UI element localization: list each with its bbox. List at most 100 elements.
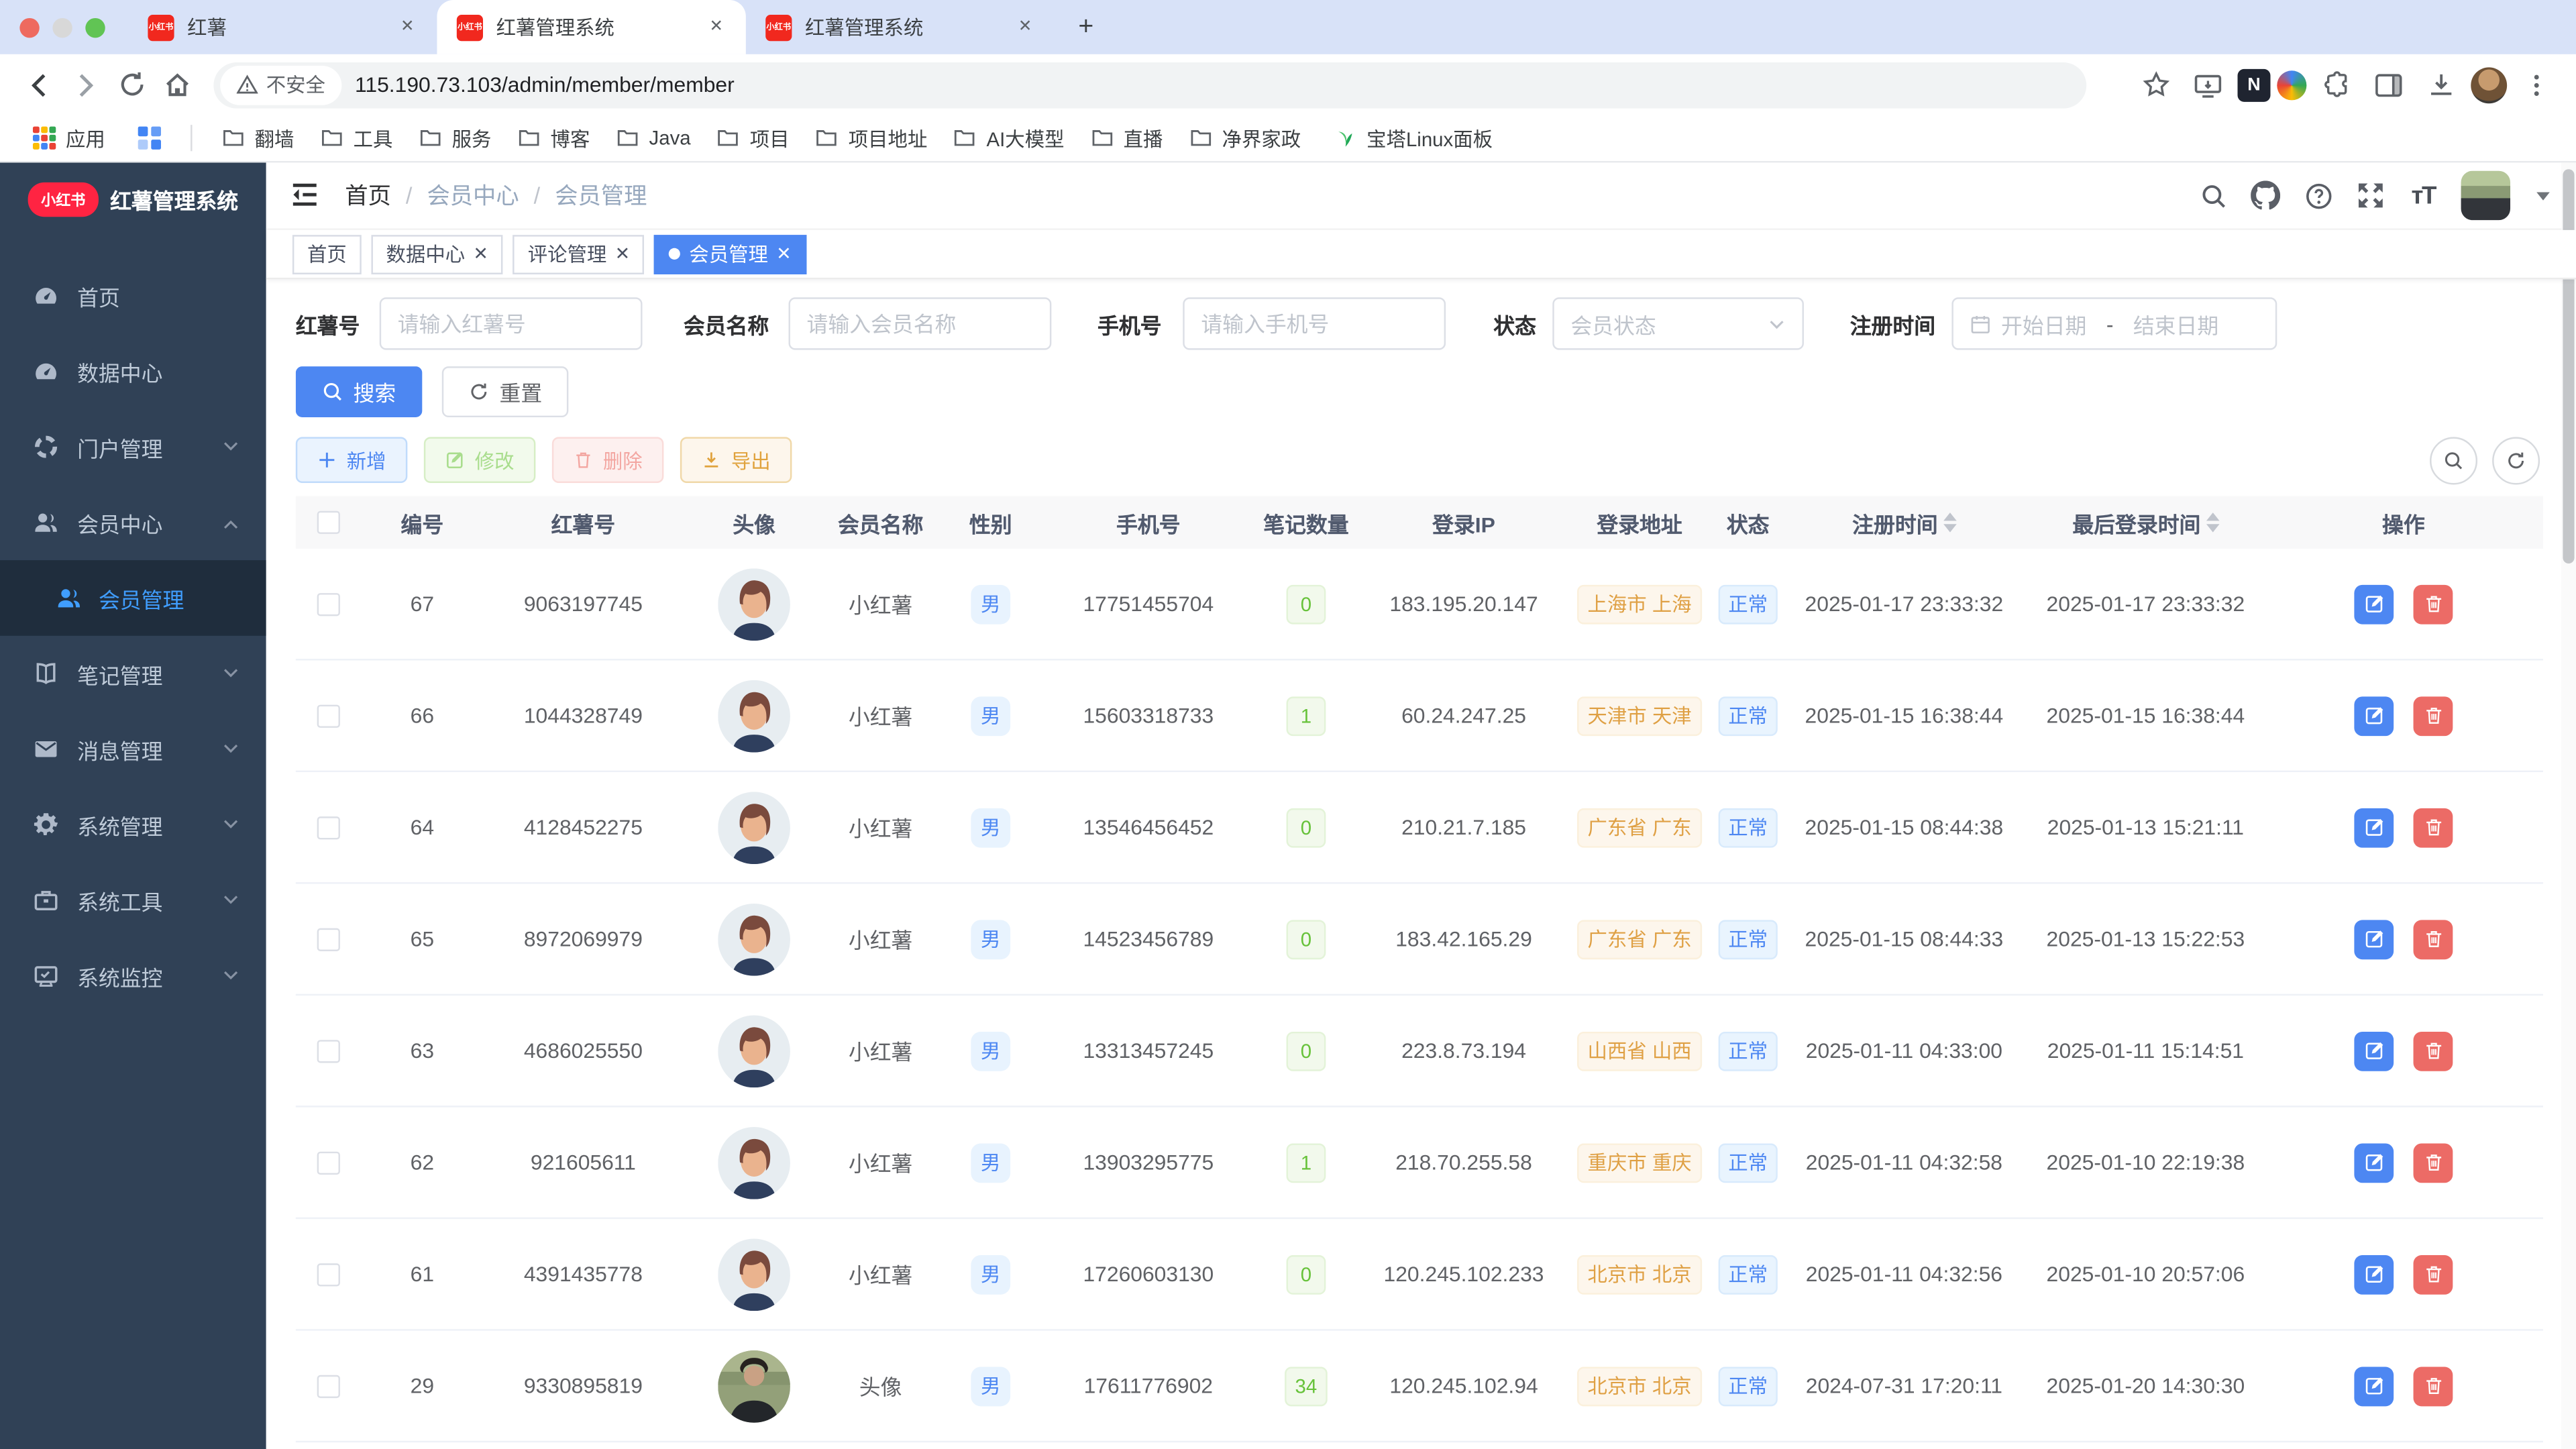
sidebar-item-门户管理[interactable]: 门户管理 bbox=[0, 409, 266, 485]
sidebar-item-系统管理[interactable]: 系统管理 bbox=[0, 787, 266, 863]
tag-首页[interactable]: 首页 bbox=[292, 233, 362, 274]
tag-close-icon[interactable]: ✕ bbox=[776, 243, 792, 264]
back-icon[interactable] bbox=[16, 62, 62, 108]
row-delete-button[interactable] bbox=[2413, 1142, 2453, 1183]
row-edit-button[interactable] bbox=[2354, 1366, 2394, 1406]
refresh-table-button[interactable] bbox=[2492, 437, 2540, 485]
member-avatar[interactable] bbox=[718, 679, 790, 752]
row-edit-button[interactable] bbox=[2354, 919, 2394, 959]
row-edit-button[interactable] bbox=[2354, 1142, 2394, 1183]
downloads-icon[interactable] bbox=[2418, 62, 2465, 108]
row-delete-button[interactable] bbox=[2413, 1366, 2453, 1406]
bookmark-baota[interactable]: 宝塔Linux面板 bbox=[1321, 119, 1506, 157]
tag-评论管理[interactable]: 评论管理 ✕ bbox=[513, 233, 645, 274]
sidebar-item-笔记管理[interactable]: 笔记管理 bbox=[0, 636, 266, 712]
sidebar-item-系统监控[interactable]: 系统监控 bbox=[0, 938, 266, 1014]
send-to-device-icon[interactable] bbox=[2185, 62, 2231, 108]
window-controls[interactable] bbox=[0, 17, 128, 38]
reload-icon[interactable] bbox=[109, 62, 155, 108]
bookmark-folder[interactable]: AI大模型 bbox=[941, 119, 1077, 157]
notion-extension-badge[interactable]: N bbox=[2237, 68, 2271, 101]
row-delete-button[interactable] bbox=[2413, 919, 2453, 959]
row-checkbox[interactable] bbox=[317, 1374, 340, 1397]
new-tab-button[interactable]: + bbox=[1065, 6, 1108, 49]
breadcrumb-home[interactable]: 首页 bbox=[345, 179, 391, 212]
row-delete-button[interactable] bbox=[2413, 584, 2453, 624]
select-all-checkbox[interactable] bbox=[317, 511, 340, 534]
sort-arrows-icon[interactable] bbox=[2205, 513, 2219, 533]
page-scrollbar[interactable] bbox=[2561, 162, 2576, 1449]
sidebar-item-会员中心[interactable]: 会员中心 bbox=[0, 484, 266, 560]
row-checkbox[interactable] bbox=[317, 815, 340, 839]
member-avatar[interactable] bbox=[718, 1349, 790, 1422]
member-avatar[interactable] bbox=[718, 902, 790, 975]
row-checkbox[interactable] bbox=[317, 1150, 340, 1174]
member-avatar[interactable] bbox=[718, 1126, 790, 1199]
sidebar-item-系统工具[interactable]: 系统工具 bbox=[0, 863, 266, 938]
address-input[interactable]: 不安全 115.190.73.103/admin/member/member bbox=[213, 61, 2087, 108]
help-icon[interactable] bbox=[2303, 180, 2332, 210]
row-delete-button[interactable] bbox=[2413, 1030, 2453, 1071]
regtime-daterange-input[interactable]: 开始日期 - 结束日期 bbox=[1951, 297, 2277, 350]
extensions-puzzle-icon[interactable] bbox=[2313, 62, 2359, 108]
github-icon[interactable] bbox=[2251, 180, 2281, 210]
member-avatar[interactable] bbox=[718, 1014, 790, 1087]
font-size-icon[interactable]: тТ bbox=[2408, 180, 2438, 210]
sidebar-item-会员管理[interactable]: 会员管理 bbox=[0, 560, 266, 636]
bookmark-folder[interactable]: 直播 bbox=[1077, 119, 1176, 157]
bookmark-folder[interactable]: Java bbox=[603, 121, 704, 154]
delete-button[interactable]: 删除 bbox=[551, 437, 664, 483]
tag-close-icon[interactable]: ✕ bbox=[615, 243, 631, 264]
sidebar-item-首页[interactable]: 首页 bbox=[0, 258, 266, 333]
header-search-icon[interactable] bbox=[2198, 180, 2228, 210]
tag-数据中心[interactable]: 数据中心 ✕ bbox=[371, 233, 503, 274]
row-edit-button[interactable] bbox=[2354, 1030, 2394, 1071]
bookmark-folder[interactable]: 项目地址 bbox=[802, 119, 941, 157]
bookmark-folder[interactable]: 工具 bbox=[307, 119, 406, 157]
row-edit-button[interactable] bbox=[2354, 584, 2394, 624]
fullscreen-icon[interactable] bbox=[2356, 180, 2385, 210]
row-checkbox[interactable] bbox=[317, 1263, 340, 1286]
sort-arrows-icon[interactable] bbox=[1942, 513, 1956, 533]
member-name-input[interactable] bbox=[806, 311, 1034, 336]
row-checkbox[interactable] bbox=[317, 704, 340, 727]
bookmark-star-icon[interactable] bbox=[2133, 62, 2179, 108]
browser-menu-icon[interactable] bbox=[2514, 62, 2560, 108]
zoom-window-button[interactable] bbox=[85, 17, 105, 38]
tag-close-icon[interactable]: ✕ bbox=[473, 243, 488, 264]
member-avatar[interactable] bbox=[718, 1238, 790, 1311]
row-delete-button[interactable] bbox=[2413, 1254, 2453, 1294]
member-avatar[interactable] bbox=[718, 791, 790, 863]
redid-input[interactable] bbox=[397, 311, 625, 336]
tab-close-icon[interactable]: ✕ bbox=[394, 14, 421, 40]
bookmark-folder[interactable]: 翻墙 bbox=[209, 119, 307, 157]
browser-tab[interactable]: 小红书 红薯管理系统 ✕ bbox=[746, 0, 1055, 54]
member-avatar[interactable] bbox=[718, 568, 790, 640]
status-select[interactable]: 会员状态 bbox=[1552, 297, 1805, 350]
breadcrumb-member-center[interactable]: 会员中心 bbox=[427, 179, 519, 212]
reset-button[interactable]: 重置 bbox=[441, 366, 569, 418]
app-logo[interactable]: 小红书 红薯管理系统 bbox=[0, 162, 266, 235]
row-edit-button[interactable] bbox=[2354, 807, 2394, 847]
sidebar-item-数据中心[interactable]: 数据中心 bbox=[0, 333, 266, 409]
row-edit-button[interactable] bbox=[2354, 1254, 2394, 1294]
bookmark-folder[interactable]: 净界家政 bbox=[1176, 119, 1314, 157]
bookmark-folder[interactable]: 项目 bbox=[704, 119, 802, 157]
tab-close-icon[interactable]: ✕ bbox=[703, 14, 729, 40]
row-edit-button[interactable] bbox=[2354, 696, 2394, 735]
security-chip[interactable]: 不安全 bbox=[220, 64, 342, 105]
sidebar-collapse-icon[interactable] bbox=[289, 179, 322, 212]
apps-shortcut[interactable]: 应用 bbox=[19, 119, 118, 157]
edit-button[interactable]: 修改 bbox=[423, 437, 536, 483]
export-button[interactable]: 导出 bbox=[680, 437, 792, 483]
url-text[interactable]: 115.190.73.103/admin/member/member bbox=[355, 72, 735, 97]
bookmark-folder[interactable]: 服务 bbox=[406, 119, 504, 157]
user-avatar[interactable] bbox=[2461, 170, 2511, 221]
row-checkbox[interactable] bbox=[317, 1038, 340, 1063]
side-panel-icon[interactable] bbox=[2366, 62, 2412, 108]
browser-tab[interactable]: 小红书 红薯 ✕ bbox=[128, 0, 437, 54]
bookmark-folder[interactable]: 博客 bbox=[504, 119, 603, 157]
row-checkbox[interactable] bbox=[317, 592, 340, 616]
scrollbar-thumb[interactable] bbox=[2563, 169, 2575, 564]
row-checkbox[interactable] bbox=[317, 927, 340, 951]
